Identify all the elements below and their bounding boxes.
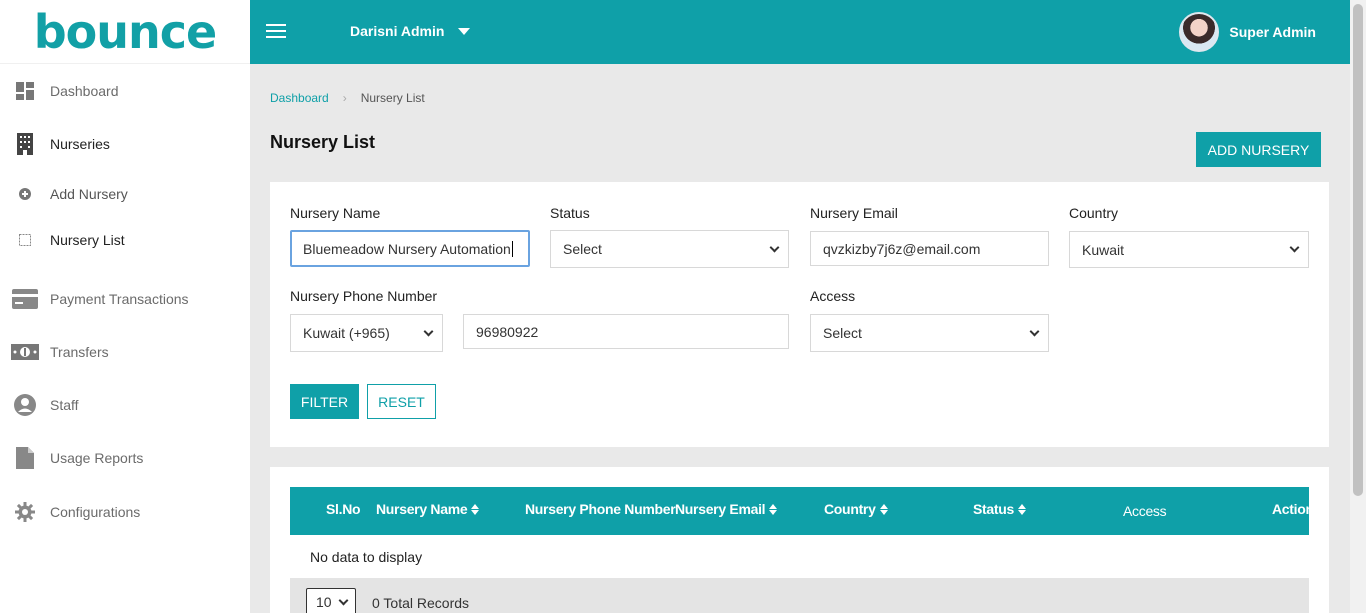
sort-icon [879,503,888,515]
money-icon [0,344,50,360]
phone-label: Nursery Phone Number [290,288,438,304]
filter-button[interactable]: FILTER [290,384,359,419]
country-label: Country [1069,205,1119,221]
sidebar-item-usage-reports[interactable]: Usage Reports [0,447,250,469]
sidebar-item-label: Usage Reports [50,450,144,466]
dashboard-icon [0,82,50,100]
chevron-down-icon [423,326,434,336]
sidebar: bounce Dashboard Nurseries Add Nursery N… [0,0,250,613]
avatar [1179,12,1220,52]
chevron-down-icon [1289,242,1300,253]
page-title: Nursery List [270,132,376,152]
logo[interactable]: bounce [0,0,250,64]
sidebar-item-configurations[interactable]: Configurations [0,501,250,523]
breadcrumb: Dashboard › Nursery List [270,91,425,105]
topbar: Darisni Admin Super Admin [250,0,1350,64]
access-label: Access [810,288,856,304]
chevron-down-icon [338,595,349,605]
phone-number-input[interactable]: 96980922 [463,314,789,349]
sidebar-item-dashboard[interactable]: Dashboard [0,80,250,102]
building-icon [0,133,50,155]
nursery-email-label: Nursery Email [810,205,898,221]
table-footer: 10 0 Total Records [290,578,1309,613]
sidebar-item-staff[interactable]: Staff [0,394,250,416]
chevron-down-icon [1029,326,1040,336]
phone-code-select[interactable]: Kuwait (+965) [290,314,443,352]
column-nursery-name[interactable]: Nursery Name [376,501,480,517]
user-name: Super Admin [1229,24,1316,40]
chevron-down-icon [769,242,780,252]
sort-icon [769,503,778,515]
table-header: Sl.No Nursery Name Nursery Phone Number … [290,487,1314,535]
breadcrumb-current: Nursery List [360,91,425,105]
sidebar-item-label: Add Nursery [50,186,128,202]
caret-down-icon [458,27,471,35]
column-status[interactable]: Status [973,501,1026,517]
nursery-table: Sl.No Nursery Name Nursery Phone Number … [270,467,1329,613]
sidebar-item-payment-transactions[interactable]: Payment Transactions [0,288,250,310]
access-select[interactable]: Select [810,314,1049,352]
sidebar-item-nurseries[interactable]: Nurseries [0,133,250,155]
org-switcher[interactable]: Darisni Admin [350,23,471,39]
chevron-right-icon: › [342,91,347,105]
column-country[interactable]: Country [824,501,888,517]
nursery-email-input[interactable]: qvzkizby7j6z@email.com [810,231,1049,266]
gear-icon [0,502,50,522]
logo-text: bounce [33,4,217,59]
org-name: Darisni Admin [350,23,445,39]
column-action: Action [1272,501,1314,517]
country-select[interactable]: Kuwait [1069,231,1309,268]
nursery-name-input[interactable]: Bluemeadow Nursery Automation [290,230,530,267]
sidebar-item-label: Dashboard [50,83,119,99]
column-nursery-phone: Nursery Phone Number [525,501,676,517]
sort-icon [1018,503,1026,515]
nursery-name-label: Nursery Name [290,205,381,221]
empty-state: No data to display [310,549,423,565]
sort-icon [471,503,480,515]
sidebar-item-label: Nurseries [50,136,110,152]
add-nursery-button[interactable]: ADD NURSERY [1196,132,1321,167]
list-icon [0,234,50,246]
column-access: Access [1123,503,1167,519]
breadcrumb-dashboard-link[interactable]: Dashboard [270,91,329,105]
sidebar-item-nursery-list[interactable]: Nursery List [0,229,250,251]
sidebar-item-transfers[interactable]: Transfers [0,341,250,363]
menu-icon[interactable] [266,24,286,40]
sidebar-item-label: Configurations [50,504,141,520]
page-size-select[interactable]: 10 [306,588,356,613]
status-label: Status [550,205,590,221]
column-nursery-email[interactable]: Nursery Email [675,501,778,517]
reset-button[interactable]: RESET [367,384,436,419]
sidebar-item-label: Transfers [50,344,109,360]
sidebar-item-add-nursery[interactable]: Add Nursery [0,183,250,205]
sidebar-item-label: Nursery List [50,232,125,248]
user-menu[interactable]: Super Admin [1179,12,1316,52]
sidebar-item-label: Payment Transactions [50,291,189,307]
filter-panel: Nursery Name Bluemeadow Nursery Automati… [270,182,1329,447]
column-slno: Sl.No [326,501,361,517]
vertical-scrollbar[interactable] [1350,0,1366,613]
total-records: 0 Total Records [372,595,470,611]
file-icon [0,447,50,469]
status-select[interactable]: Select [550,230,789,268]
plus-circle-icon [0,188,50,200]
sidebar-item-label: Staff [50,397,79,413]
user-icon [0,394,50,416]
credit-card-icon [0,289,50,309]
